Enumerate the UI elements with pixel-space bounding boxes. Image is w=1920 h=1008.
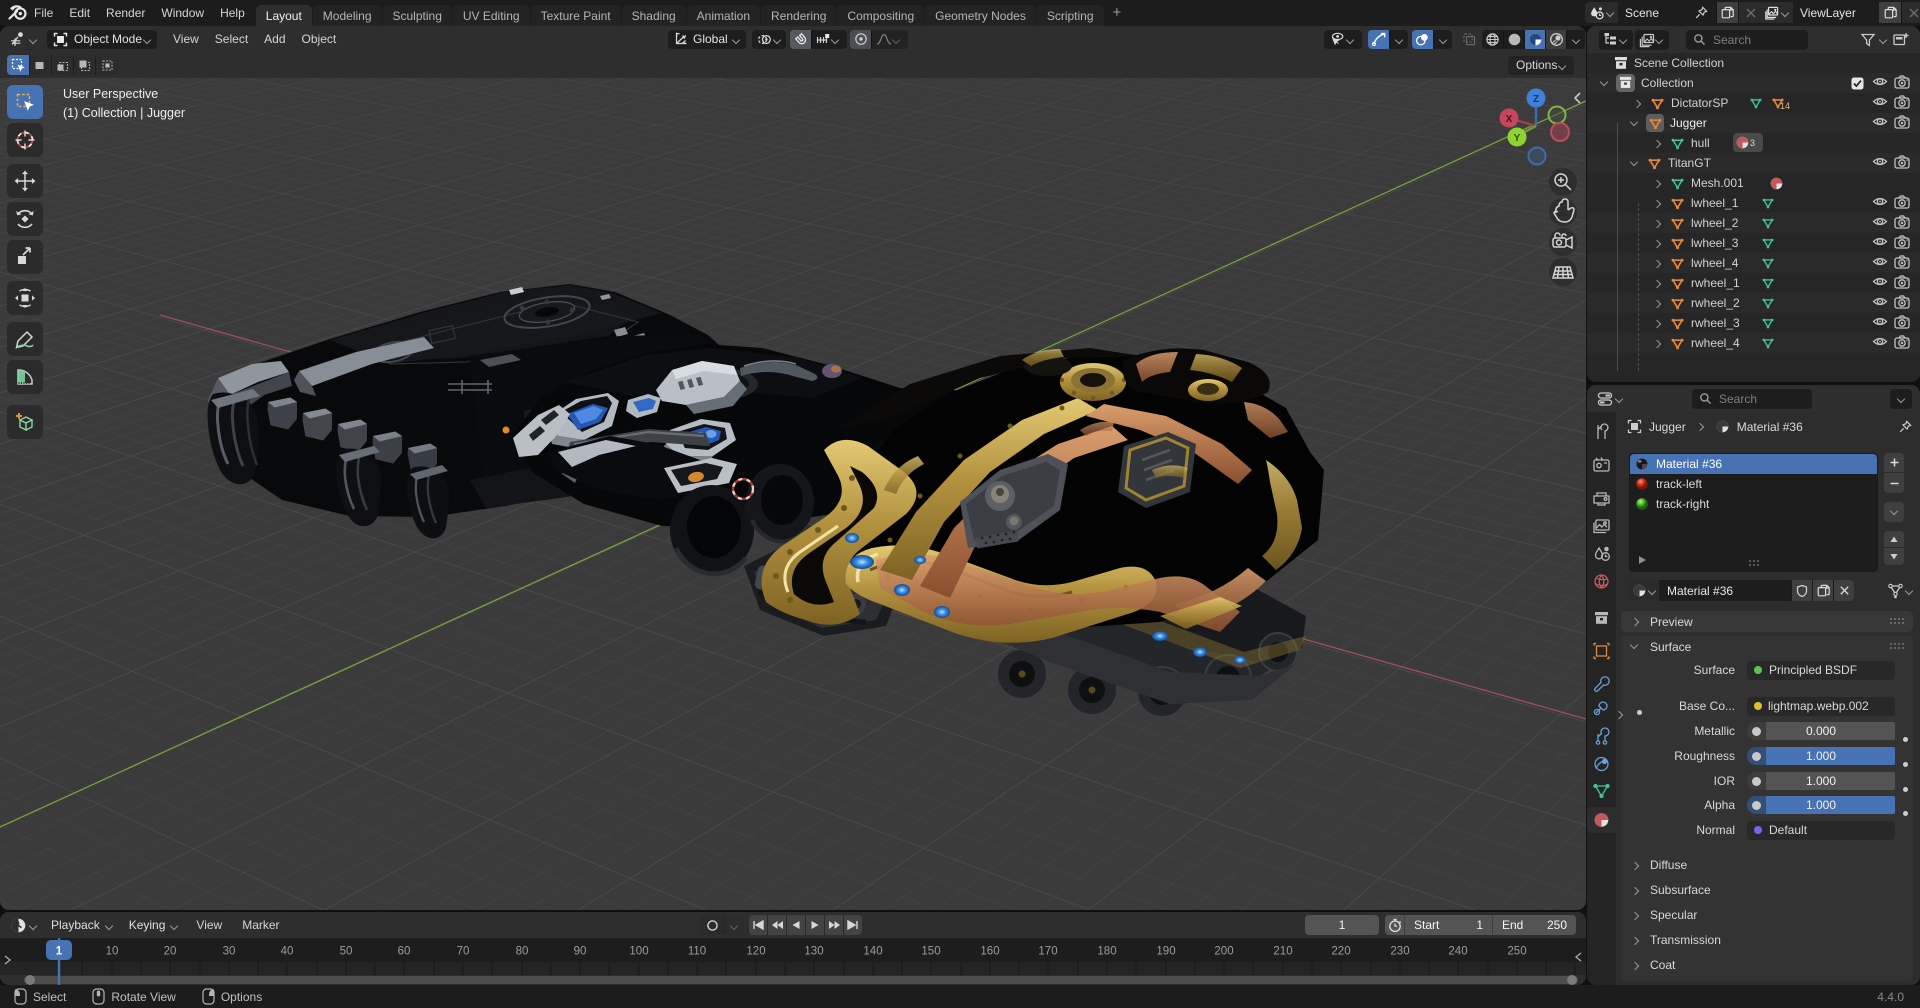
- svg-text:100: 100: [629, 946, 648, 958]
- svg-text:110: 110: [688, 946, 706, 958]
- svg-text:X: X: [1506, 114, 1513, 125]
- svg-text:40: 40: [281, 946, 294, 958]
- svg-text:180: 180: [1097, 946, 1116, 958]
- svg-text:160: 160: [980, 946, 999, 958]
- svg-text:50: 50: [340, 946, 353, 958]
- svg-text:10: 10: [106, 946, 119, 958]
- svg-text:240: 240: [1448, 946, 1467, 958]
- svg-text:70: 70: [457, 946, 470, 958]
- svg-text:190: 190: [1156, 946, 1175, 958]
- svg-text:30: 30: [223, 946, 236, 958]
- svg-text:Z: Z: [1533, 94, 1539, 105]
- svg-text:220: 220: [1331, 946, 1350, 958]
- svg-text:90: 90: [574, 946, 587, 958]
- svg-text:230: 230: [1390, 946, 1409, 958]
- svg-text:(1) Collection | Jugger: (1) Collection | Jugger: [63, 106, 185, 120]
- svg-text:130: 130: [804, 946, 823, 958]
- svg-text:250: 250: [1507, 946, 1526, 958]
- svg-text:170: 170: [1038, 946, 1057, 958]
- svg-text:140: 140: [863, 946, 882, 958]
- svg-text:60: 60: [398, 946, 411, 958]
- svg-text:20: 20: [164, 946, 177, 958]
- svg-text:210: 210: [1273, 946, 1292, 958]
- svg-text:120: 120: [746, 946, 765, 958]
- svg-text:80: 80: [516, 946, 529, 958]
- svg-text:Y: Y: [1514, 133, 1521, 144]
- svg-text:User Perspective: User Perspective: [63, 87, 158, 101]
- svg-text:1: 1: [56, 946, 63, 958]
- svg-text:200: 200: [1214, 946, 1233, 958]
- svg-text:150: 150: [921, 946, 940, 958]
